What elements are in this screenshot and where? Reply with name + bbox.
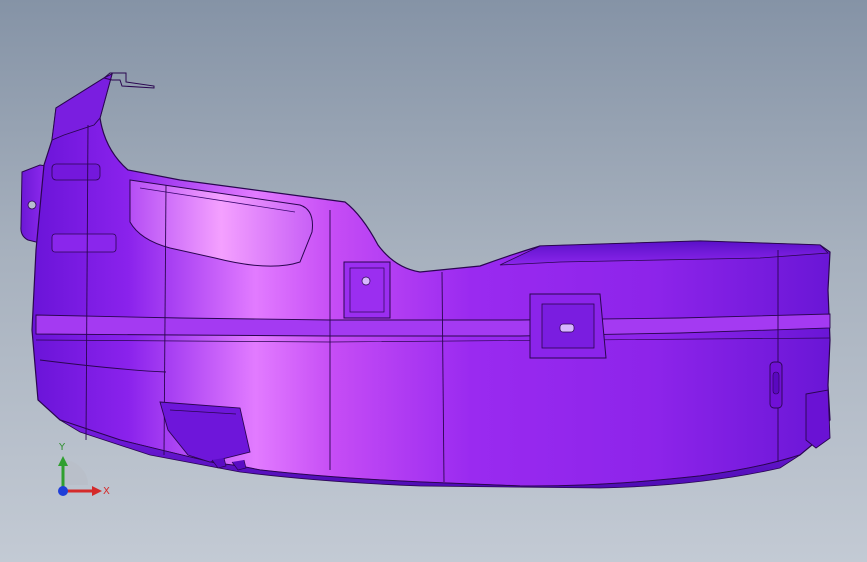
left-slot-lower — [51, 233, 117, 253]
boss-slot — [559, 323, 575, 333]
coordinate-triad: Y X — [48, 440, 118, 510]
y-axis-label: Y — [59, 442, 66, 453]
mounting-hole — [27, 200, 37, 210]
upper-square-boss — [343, 261, 391, 319]
right-latch — [805, 389, 831, 449]
housing-body — [31, 72, 831, 487]
boss-hole — [361, 276, 371, 286]
cad-graphics-viewport[interactable]: Y X — [0, 0, 867, 562]
left-slot-upper — [51, 163, 101, 181]
x-axis-label: X — [103, 486, 110, 497]
part-model[interactable] — [0, 0, 867, 562]
